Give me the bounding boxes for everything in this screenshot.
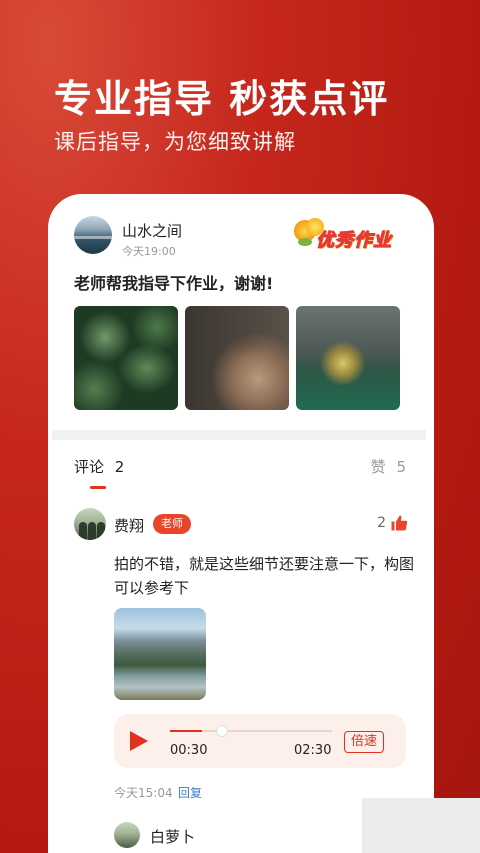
hero-title: 专业指导 秒获点评 [54, 77, 390, 121]
comment-text: 拍的不错，就是这些细节还要注意一下，构图可以参考下 [114, 555, 415, 597]
audio-progress-track[interactable] [170, 725, 332, 737]
tab-likes-count: 5 [396, 458, 406, 476]
post-photo-plant[interactable] [74, 306, 178, 410]
comment-avatar[interactable] [74, 508, 106, 540]
corner-decoration [362, 798, 480, 853]
tab-comments-label: 评论 [74, 458, 105, 476]
reply-author-name[interactable]: 白萝卜 [150, 826, 195, 847]
excellent-homework-badge: 优秀作业 [294, 218, 406, 256]
audio-progress-knob[interactable] [215, 725, 228, 737]
tab-comments-count: 2 [114, 458, 125, 476]
audio-progress-fill [170, 730, 203, 732]
tab-active-indicator [90, 486, 106, 489]
hero-subtitle: 课后指导，为您细致讲解 [54, 130, 296, 154]
comment-like-count: 2 [377, 515, 386, 531]
post-user-avatar[interactable] [74, 216, 112, 254]
excellent-badge-text: 优秀作业 [316, 230, 392, 252]
post-time: 今天19:00 [122, 245, 176, 258]
post-username[interactable]: 山水之间 [122, 220, 182, 241]
teacher-role-badge: 老师 [153, 514, 191, 534]
post-photo-lake[interactable] [296, 306, 400, 410]
post-card: 山水之间 今天19:00 优秀作业 老师帮我指导下作业，谢谢! 评论 2 赞 5… [48, 194, 434, 853]
audio-current-time: 00:30 [170, 743, 208, 758]
comment-author-name[interactable]: 费翔 [114, 515, 144, 536]
comment-time: 今天15:04 [114, 786, 173, 800]
audio-total-time: 02:30 [294, 743, 332, 758]
tab-comments[interactable]: 评论 2 [74, 456, 124, 477]
comment-photo-mountain[interactable] [114, 608, 206, 700]
leaf-icon [298, 238, 312, 246]
post-photo-hands[interactable] [185, 306, 289, 410]
tab-likes[interactable]: 赞 5 [371, 456, 406, 477]
reply-avatar[interactable] [114, 822, 140, 848]
playback-speed-button[interactable]: 倍速 [344, 731, 385, 753]
voice-comment-player: 00:30 02:30 倍速 [114, 714, 406, 768]
comment-like-button[interactable]: 2 [377, 514, 408, 532]
post-text: 老师帮我指导下作业，谢谢! [74, 274, 274, 293]
play-icon[interactable] [130, 731, 148, 751]
reply-button[interactable]: 回复 [178, 784, 202, 801]
section-divider [52, 430, 426, 440]
thumbs-up-icon [391, 515, 408, 531]
tab-likes-label: 赞 [370, 458, 386, 476]
